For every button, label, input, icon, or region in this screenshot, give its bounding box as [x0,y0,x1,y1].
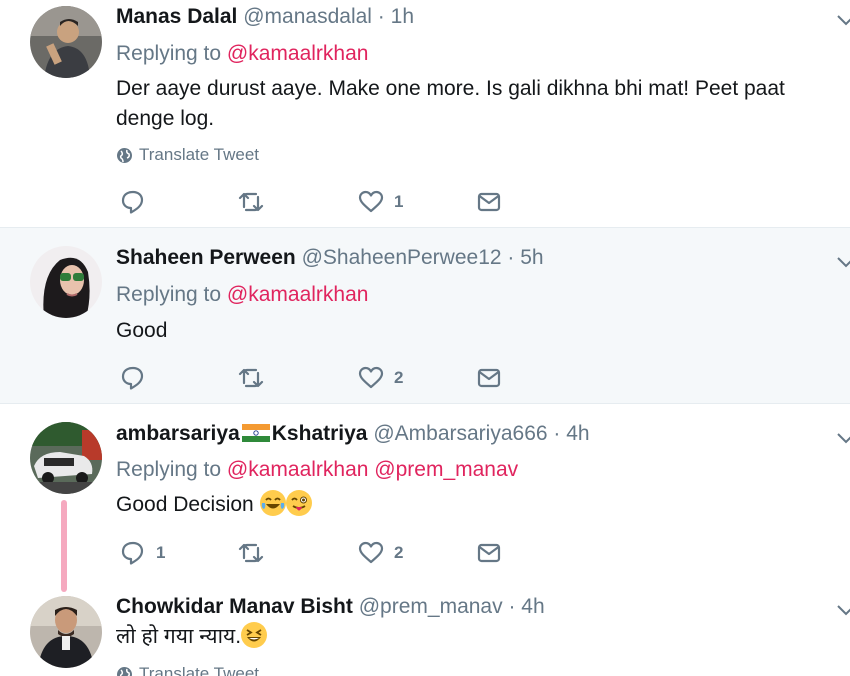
like-icon [358,541,384,564]
tweet-text: Good Decision [116,493,254,516]
avatar[interactable] [30,6,102,78]
like-button[interactable]: 2 [358,540,403,566]
translate-label: Translate Tweet [139,145,260,164]
globe-icon [117,147,132,163]
dm-button[interactable] [476,365,502,391]
user-handle[interactable]: @prem_manav [359,595,503,618]
display-name-part1[interactable]: ambarsariya [116,422,240,445]
like-icon [358,190,384,213]
chevron-down-icon[interactable] [836,252,850,272]
reply-button[interactable] [120,365,156,391]
tweet-text: Good [116,319,168,342]
like-count: 2 [394,543,404,562]
dm-icon [477,543,501,563]
mention-link[interactable]: @kamaalrkhan [227,283,369,306]
user-handle[interactable]: @ShaheenPerwee12 [302,246,502,269]
reply-count: 1 [156,543,166,562]
reply-icon [121,190,144,214]
dm-button[interactable] [476,189,502,215]
user-handle[interactable]: @manasdalal [243,5,372,28]
retweet-button[interactable] [238,365,264,391]
separator-dot: · [377,5,385,28]
reply-button[interactable] [120,189,156,215]
tweet-1[interactable]: Manas Dalal @manasdalal · 1h Replying to… [0,0,850,228]
globe-icon [117,666,132,676]
replying-to-label: Replying to [116,283,222,306]
chevron-down-icon[interactable] [836,10,850,30]
winking-tongue-emoji [285,490,312,516]
timestamp[interactable]: 4h [521,595,544,618]
like-count: 2 [394,368,404,387]
reply-icon [121,366,144,390]
tweet-text: Der aaye durust aaye. Make one more. Is … [116,77,785,130]
display-name-part2[interactable]: Kshatriya [272,422,368,445]
retweet-button[interactable] [238,189,264,215]
timestamp[interactable]: 5h [520,246,543,269]
reply-icon [121,541,144,565]
chevron-down-icon[interactable] [836,600,850,620]
reply-button[interactable]: 1 [120,540,165,566]
mention-link[interactable]: @prem_manav [374,458,518,481]
retweet-icon [238,543,264,563]
timestamp[interactable]: 4h [566,422,589,445]
mention-link[interactable]: @kamaalrkhan [227,42,369,65]
retweet-icon [238,192,264,212]
dm-icon [477,192,501,212]
display-name[interactable]: Manas Dalal [116,5,237,28]
replying-to-label: Replying to [116,42,222,65]
separator-dot: · [553,422,561,445]
tears-of-joy-emoji [259,490,286,516]
separator-dot: · [508,595,516,618]
retweet-icon [238,368,264,388]
india-flag-emoji [241,423,270,442]
mention-link[interactable]: @kamaalrkhan [227,458,369,481]
avatar[interactable] [30,246,102,318]
user-handle[interactable]: @Ambarsariya666 [373,422,547,445]
translate-tweet-link[interactable]: Translate Tweet [116,145,259,165]
thread-connector-line [61,500,67,592]
tweet-4[interactable]: Chowkidar Manav Bisht @prem_manav · 4h ल… [0,588,850,676]
tweet-3[interactable]: ambarsariya Kshatriya @Ambarsariya666 · 4… [0,404,850,588]
dm-button[interactable] [476,540,502,566]
display-name[interactable]: Shaheen Perween [116,246,296,269]
avatar[interactable] [30,596,102,668]
replying-to-label: Replying to [116,458,222,481]
dm-icon [477,368,501,388]
display-name[interactable]: Chowkidar Manav Bisht [116,595,353,618]
retweet-button[interactable] [238,540,264,566]
like-count: 1 [394,192,404,211]
like-button[interactable]: 1 [358,189,403,215]
separator-dot: · [507,246,515,269]
chevron-down-icon[interactable] [836,428,850,448]
like-icon [358,366,384,389]
like-button[interactable]: 2 [358,365,403,391]
avatar[interactable] [30,422,102,494]
grinning-squinting-emoji [241,622,268,648]
translate-tweet-link[interactable]: Translate Tweet [116,664,259,676]
tweet-text: लो हो गया न्याय. [116,625,242,648]
tweet-2[interactable]: Shaheen Perween @ShaheenPerwee12 · 5h Re… [0,228,850,404]
translate-label: Translate Tweet [139,664,260,676]
timestamp[interactable]: 1h [391,5,414,28]
